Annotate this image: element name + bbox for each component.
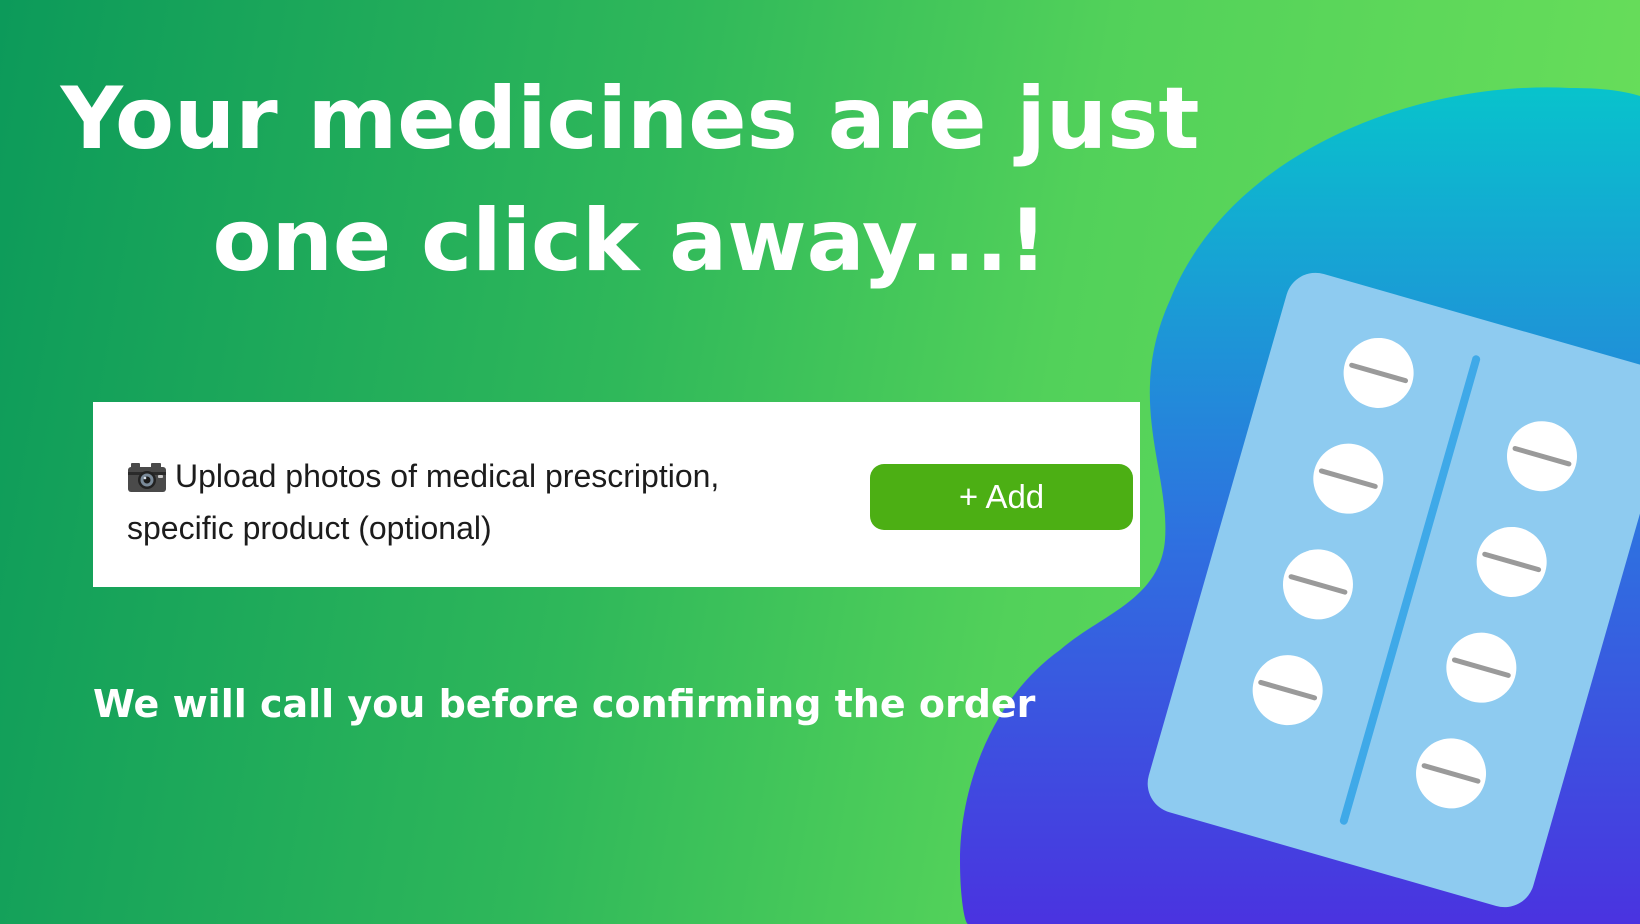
blister-pack-icon xyxy=(1147,272,1640,908)
promo-banner: Your medicines are just one click away..… xyxy=(0,0,1640,924)
